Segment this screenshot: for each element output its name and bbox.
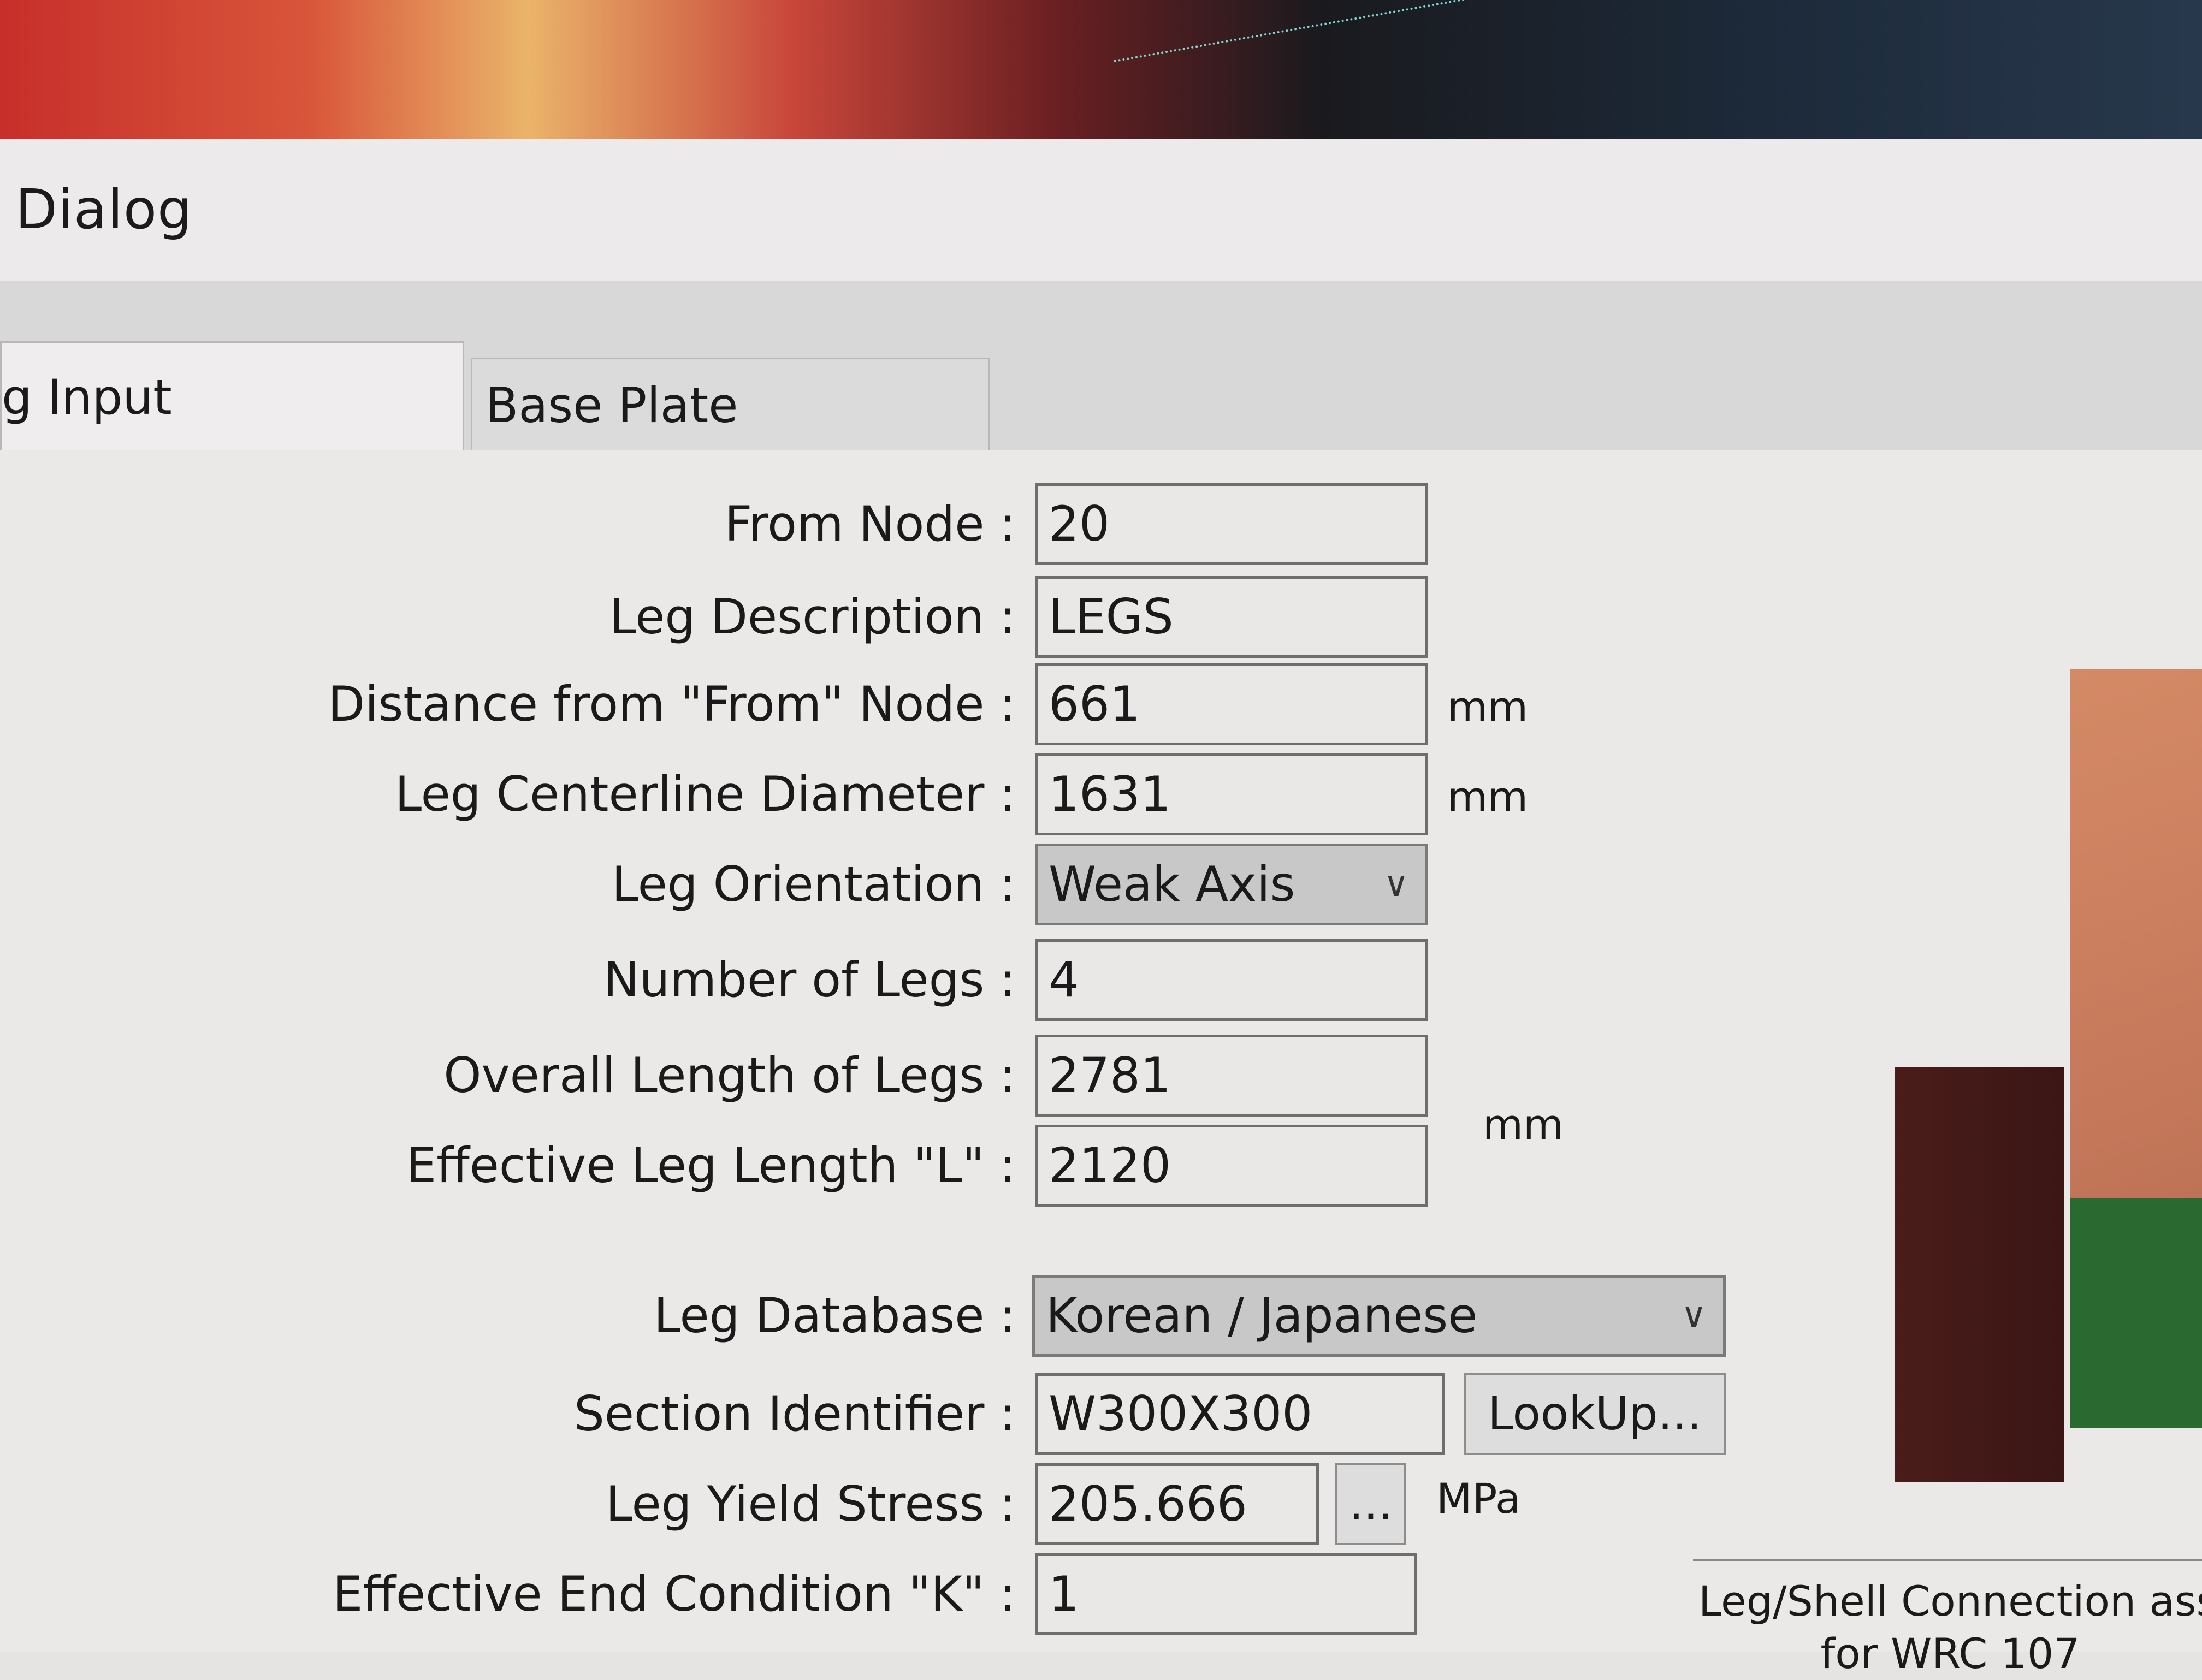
chevron-down-icon: ∨ xyxy=(1383,864,1409,905)
from-node-field[interactable]: 20 xyxy=(1035,483,1428,565)
dialog-title: Dialog xyxy=(15,177,193,241)
leg-description-field[interactable]: LEGS xyxy=(1035,576,1428,658)
leg-orientation-value: Weak Axis xyxy=(1049,856,1295,912)
effective-length-label: Effective Leg Length "L" : xyxy=(406,1137,1016,1194)
leg-preview-section xyxy=(1895,1067,2064,1482)
leg-input-panel: From Node : 20 Leg Description : LEGS Di… xyxy=(0,450,2202,1652)
leg-database-select[interactable]: Korean / Japanese ∨ xyxy=(1032,1275,1726,1357)
group-divider xyxy=(1693,1559,2202,1561)
leg-orientation-label: Leg Orientation : xyxy=(612,856,1016,912)
lookup-button[interactable]: LookUp... xyxy=(1464,1373,1726,1455)
connection-note-line2: for WRC 107 xyxy=(1820,1629,2080,1678)
distance-unit: mm xyxy=(1447,682,1529,731)
overall-length-label: Overall Length of Legs : xyxy=(443,1047,1016,1103)
diameter-unit: mm xyxy=(1447,773,1529,821)
effective-length-field[interactable]: 2120 xyxy=(1035,1125,1428,1207)
leg-database-label: Leg Database : xyxy=(654,1287,1016,1344)
dialog-window: Dialog g Input Parameters Base Plate Par… xyxy=(0,139,2202,1678)
yield-stress-unit: MPa xyxy=(1436,1474,1521,1523)
overall-length-field[interactable]: 2781 xyxy=(1035,1035,1428,1117)
connection-note-line1: Leg/Shell Connection assum xyxy=(1698,1577,2202,1625)
section-identifier-field[interactable]: W300X300 xyxy=(1035,1373,1445,1455)
number-of-legs-field[interactable]: 4 xyxy=(1035,939,1428,1021)
distance-from-node-label: Distance from "From" Node : xyxy=(328,676,1016,732)
from-node-label: From Node : xyxy=(724,496,1016,552)
title-bar[interactable]: Dialog xyxy=(0,139,2202,282)
tab-base-plate-parameters[interactable]: Base Plate Parameters xyxy=(471,358,990,526)
leg-database-value: Korean / Japanese xyxy=(1046,1287,1478,1344)
chevron-down-icon: ∨ xyxy=(1681,1296,1707,1336)
leg-orientation-select[interactable]: Weak Axis ∨ xyxy=(1035,844,1428,925)
end-condition-field[interactable]: 1 xyxy=(1035,1553,1417,1635)
end-condition-label: Effective End Condition "K" : xyxy=(332,1566,1016,1622)
centerline-diameter-field[interactable]: 1631 xyxy=(1035,753,1428,835)
distance-from-node-field[interactable]: 661 xyxy=(1035,663,1428,745)
yield-stress-browse-button[interactable]: ... xyxy=(1335,1463,1406,1545)
centerline-diameter-label: Leg Centerline Diameter : xyxy=(395,766,1016,822)
section-identifier-label: Section Identifier : xyxy=(574,1386,1016,1442)
number-of-legs-label: Number of Legs : xyxy=(603,952,1016,1008)
yield-stress-label: Leg Yield Stress : xyxy=(605,1476,1016,1532)
leg-preview-base xyxy=(2070,1198,2202,1428)
length-unit: mm xyxy=(1483,1100,1564,1149)
leg-description-label: Leg Description : xyxy=(609,589,1016,645)
yield-stress-field[interactable]: 205.666 xyxy=(1035,1463,1319,1545)
tab-leg-input-parameters[interactable]: g Input Parameters xyxy=(0,341,464,535)
